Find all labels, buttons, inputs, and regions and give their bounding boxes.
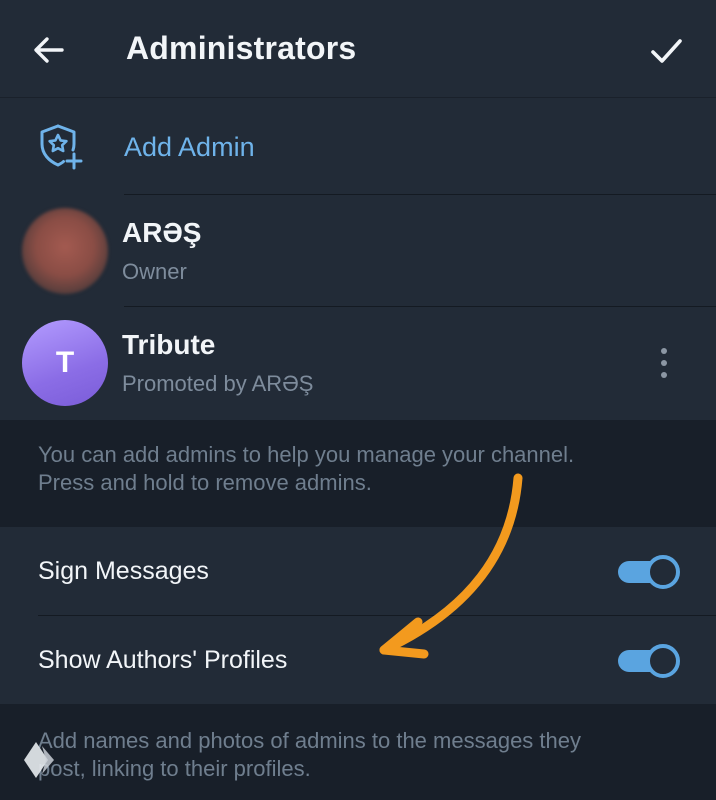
toggle-knob [646, 644, 680, 678]
watermark-logo-icon [24, 742, 54, 778]
setting-show-authors-profiles[interactable]: Show Authors' Profiles [0, 616, 716, 704]
more-vertical-icon [661, 360, 667, 366]
setting-label: Show Authors' Profiles [38, 646, 288, 674]
back-button[interactable] [26, 27, 72, 73]
admin-role: Promoted by ARƏŞ [122, 371, 314, 396]
more-options-button[interactable] [648, 339, 680, 387]
shield-star-add-icon [40, 124, 83, 170]
toggle-knob [646, 555, 680, 589]
settings-hint-line: Add names and photos of admins to the me… [38, 728, 581, 753]
avatar [22, 208, 108, 294]
add-admin-label: Add Admin [124, 132, 255, 162]
more-vertical-icon [661, 372, 667, 378]
check-icon [651, 39, 682, 63]
admin-name: ARƏŞ [122, 217, 202, 248]
admins-list: Add Admin ARƏŞ Owner T Tribute Promoted … [0, 98, 716, 420]
add-admin-button[interactable]: Add Admin [0, 98, 716, 194]
page-title: Administrators [126, 30, 357, 66]
admins-hint: You can add admins to help you manage yo… [38, 441, 688, 497]
top-app-bar: Administrators [0, 0, 716, 98]
avatar: T [22, 320, 108, 406]
administrators-screen: Administrators Add Admin ARƏŞ Owner T Tr… [0, 0, 716, 800]
show-authors-profiles-toggle[interactable] [618, 642, 680, 678]
admin-row-owner[interactable]: ARƏŞ Owner [0, 195, 716, 307]
admins-hint-line: Press and hold to remove admins. [38, 470, 372, 495]
setting-sign-messages[interactable]: Sign Messages [0, 527, 716, 615]
more-vertical-icon [661, 348, 667, 354]
sign-messages-toggle[interactable] [618, 553, 680, 589]
settings-hint: Add names and photos of admins to the me… [38, 727, 688, 783]
arrow-left-icon [34, 37, 64, 63]
admin-name: Tribute [122, 329, 216, 360]
confirm-button[interactable] [640, 25, 692, 77]
admins-hint-line: You can add admins to help you manage yo… [38, 442, 575, 467]
setting-label: Sign Messages [38, 557, 209, 585]
admin-row-tribute[interactable]: T Tribute Promoted by ARƏŞ [0, 307, 716, 419]
settings-list: Sign Messages Show Authors' Profiles [0, 527, 716, 704]
settings-hint-line: post, linking to their profiles. [38, 756, 311, 781]
admin-role: Owner [122, 259, 187, 284]
